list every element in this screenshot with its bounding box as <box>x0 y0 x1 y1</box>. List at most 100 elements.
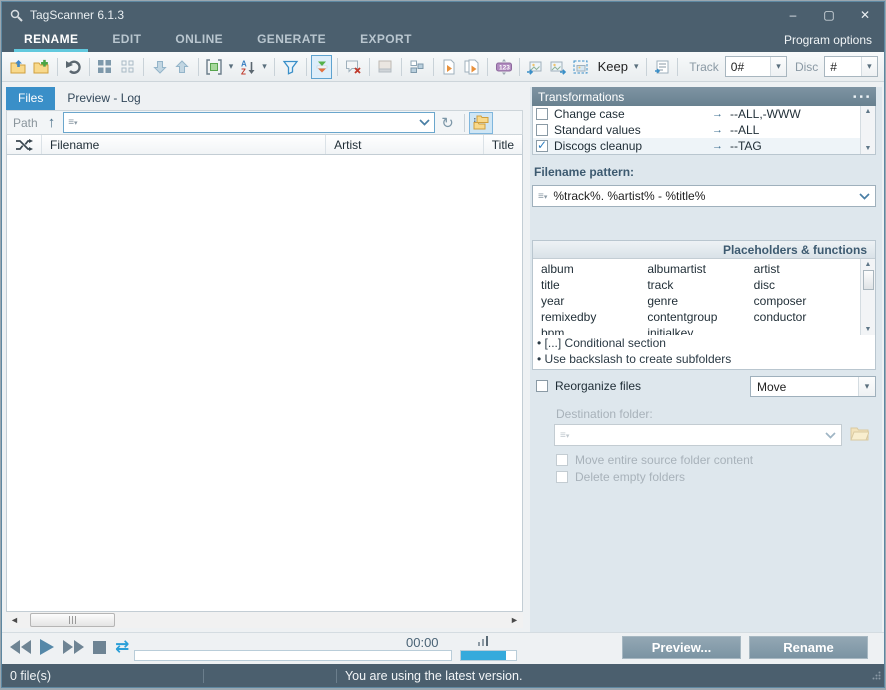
path-menu-icon[interactable]: ≡▾ <box>68 117 77 128</box>
path-input[interactable]: ≡▾ <box>63 112 435 133</box>
playback-progress-bar[interactable] <box>134 650 452 661</box>
repeat-button[interactable]: ⇄ <box>115 640 129 654</box>
track-combo[interactable]: 0#▾ <box>725 56 787 77</box>
resize-grip[interactable] <box>872 671 881 680</box>
selection-button[interactable] <box>204 55 225 79</box>
scrollbar-thumb[interactable] <box>30 613 115 627</box>
tab-rename[interactable]: RENAME <box>14 28 88 52</box>
scrollbar-thumb[interactable] <box>863 270 874 290</box>
scroll-down-icon[interactable]: ▼ <box>865 145 872 152</box>
reorganize-mode-select[interactable]: Move ▾ <box>750 376 876 397</box>
sort-dropdown-caret[interactable]: ▾ <box>260 61 269 72</box>
export-playlist-button[interactable] <box>651 55 672 79</box>
transformation-row[interactable]: Discogs cleanup → --TAG <box>533 138 875 154</box>
column-title[interactable]: Title <box>484 135 522 154</box>
placeholder-item[interactable]: composer <box>754 294 860 310</box>
placeholder-item[interactable]: year <box>541 294 647 310</box>
rename-button[interactable]: Rename <box>749 636 868 659</box>
maximize-button[interactable]: ▢ <box>818 8 840 22</box>
placeholder-item[interactable]: contentgroup <box>647 310 753 326</box>
filter-button[interactable] <box>280 55 301 79</box>
artwork-frame-button[interactable] <box>571 55 592 79</box>
placeholder-item[interactable]: initialkey <box>647 326 753 335</box>
change-case-checkbox[interactable] <box>536 108 548 120</box>
placeholder-item[interactable]: remixedby <box>541 310 647 326</box>
close-button[interactable]: ✕ <box>854 8 876 22</box>
grid-small-button[interactable] <box>117 55 138 79</box>
keep-dropdown-caret[interactable]: ▾ <box>632 61 641 72</box>
column-artist[interactable]: Artist <box>326 135 484 154</box>
tab-edit[interactable]: EDIT <box>102 28 151 52</box>
transformations-scrollbar[interactable]: ▲ ▼ <box>860 106 875 154</box>
open-folder-button[interactable] <box>8 55 29 79</box>
refresh-icon[interactable]: ↻ <box>441 114 454 132</box>
play-button[interactable] <box>40 639 54 655</box>
placeholder-item[interactable] <box>754 326 860 335</box>
sort-button[interactable]: AZ <box>237 55 258 79</box>
transformation-row[interactable]: Standard values → --ALL <box>533 122 875 138</box>
track-caret-icon[interactable]: ▾ <box>770 57 786 76</box>
reorganize-checkbox[interactable] <box>536 380 548 392</box>
placeholder-item[interactable]: albumartist <box>647 262 753 278</box>
discogs-cleanup-checkbox[interactable] <box>536 140 548 152</box>
placeholder-item[interactable]: disc <box>754 278 860 294</box>
scroll-up-icon[interactable]: ▲ <box>865 261 872 268</box>
preview-button[interactable]: Preview... <box>622 636 741 659</box>
tab-online[interactable]: ONLINE <box>165 28 233 52</box>
keep-artwork-label[interactable]: Keep <box>598 59 628 74</box>
shuffle-column-header[interactable] <box>7 135 42 154</box>
folder-tree-toggle[interactable] <box>469 112 493 134</box>
tab-generate[interactable]: GENERATE <box>247 28 336 52</box>
horizontal-scrollbar[interactable]: ◄ ► <box>6 612 523 628</box>
mode-caret-icon[interactable]: ▾ <box>858 377 875 396</box>
move-up-button[interactable] <box>172 55 193 79</box>
scroll-right-icon[interactable]: ► <box>506 615 523 625</box>
remove-tags-button[interactable] <box>343 55 364 79</box>
move-down-button[interactable] <box>149 55 170 79</box>
stop-button[interactable] <box>93 641 106 654</box>
placeholder-item[interactable]: genre <box>647 294 753 310</box>
placeholder-item[interactable]: album <box>541 262 647 278</box>
placeholder-item[interactable]: track <box>647 278 753 294</box>
scroll-down-icon[interactable]: ▼ <box>865 326 872 333</box>
reorganize-label[interactable]: Reorganize files <box>555 379 641 393</box>
run-file-button[interactable] <box>438 55 459 79</box>
forward-button[interactable] <box>63 640 84 654</box>
import-artwork-button[interactable] <box>525 55 546 79</box>
column-filename[interactable]: Filename <box>42 135 326 154</box>
standard-values-checkbox[interactable] <box>536 124 548 136</box>
pattern-dropdown-icon[interactable] <box>859 193 870 200</box>
grid-large-button[interactable] <box>94 55 115 79</box>
transformation-row[interactable]: Change case → --ALL,-WWW <box>533 106 875 122</box>
add-folder-button[interactable] <box>31 55 52 79</box>
placeholder-item[interactable]: title <box>541 278 647 294</box>
folder-up-icon[interactable]: ↑ <box>48 114 56 131</box>
scroll-left-icon[interactable]: ◄ <box>6 615 23 625</box>
transformations-menu-icon[interactable]: ■ ■ ■ <box>853 94 870 100</box>
renumber-button[interactable]: 123 <box>493 55 514 79</box>
selection-dropdown-caret[interactable]: ▾ <box>227 61 236 72</box>
swap-panels-button[interactable] <box>311 55 332 79</box>
minimize-button[interactable]: – <box>782 8 804 22</box>
program-options-link[interactable]: Program options <box>784 28 872 52</box>
file-list[interactable] <box>6 155 523 612</box>
placeholders-scrollbar[interactable]: ▲ ▼ <box>860 259 875 335</box>
tab-export[interactable]: EXPORT <box>350 28 422 52</box>
placeholder-item[interactable]: bpm <box>541 326 647 335</box>
layout-columns-button[interactable] <box>407 55 428 79</box>
pattern-menu-icon[interactable]: ≡▾ <box>538 191 547 202</box>
disc-combo[interactable]: #▾ <box>824 56 878 77</box>
rewind-button[interactable] <box>10 640 31 654</box>
path-dropdown-icon[interactable] <box>419 119 430 126</box>
export-artwork-button[interactable] <box>548 55 569 79</box>
scroll-up-icon[interactable]: ▲ <box>865 108 872 115</box>
filename-pattern-combo[interactable]: ≡▾ %track%. %artist% - %title% <box>532 185 876 207</box>
run-files-button[interactable] <box>461 55 482 79</box>
tab-files[interactable]: Files <box>6 87 55 110</box>
tab-preview-log[interactable]: Preview - Log <box>55 87 152 110</box>
placeholder-item[interactable]: conductor <box>754 310 860 326</box>
undo-button[interactable] <box>63 55 84 79</box>
placeholder-item[interactable]: artist <box>754 262 860 278</box>
disc-caret-icon[interactable]: ▾ <box>861 57 877 76</box>
volume-slider[interactable] <box>460 650 517 661</box>
